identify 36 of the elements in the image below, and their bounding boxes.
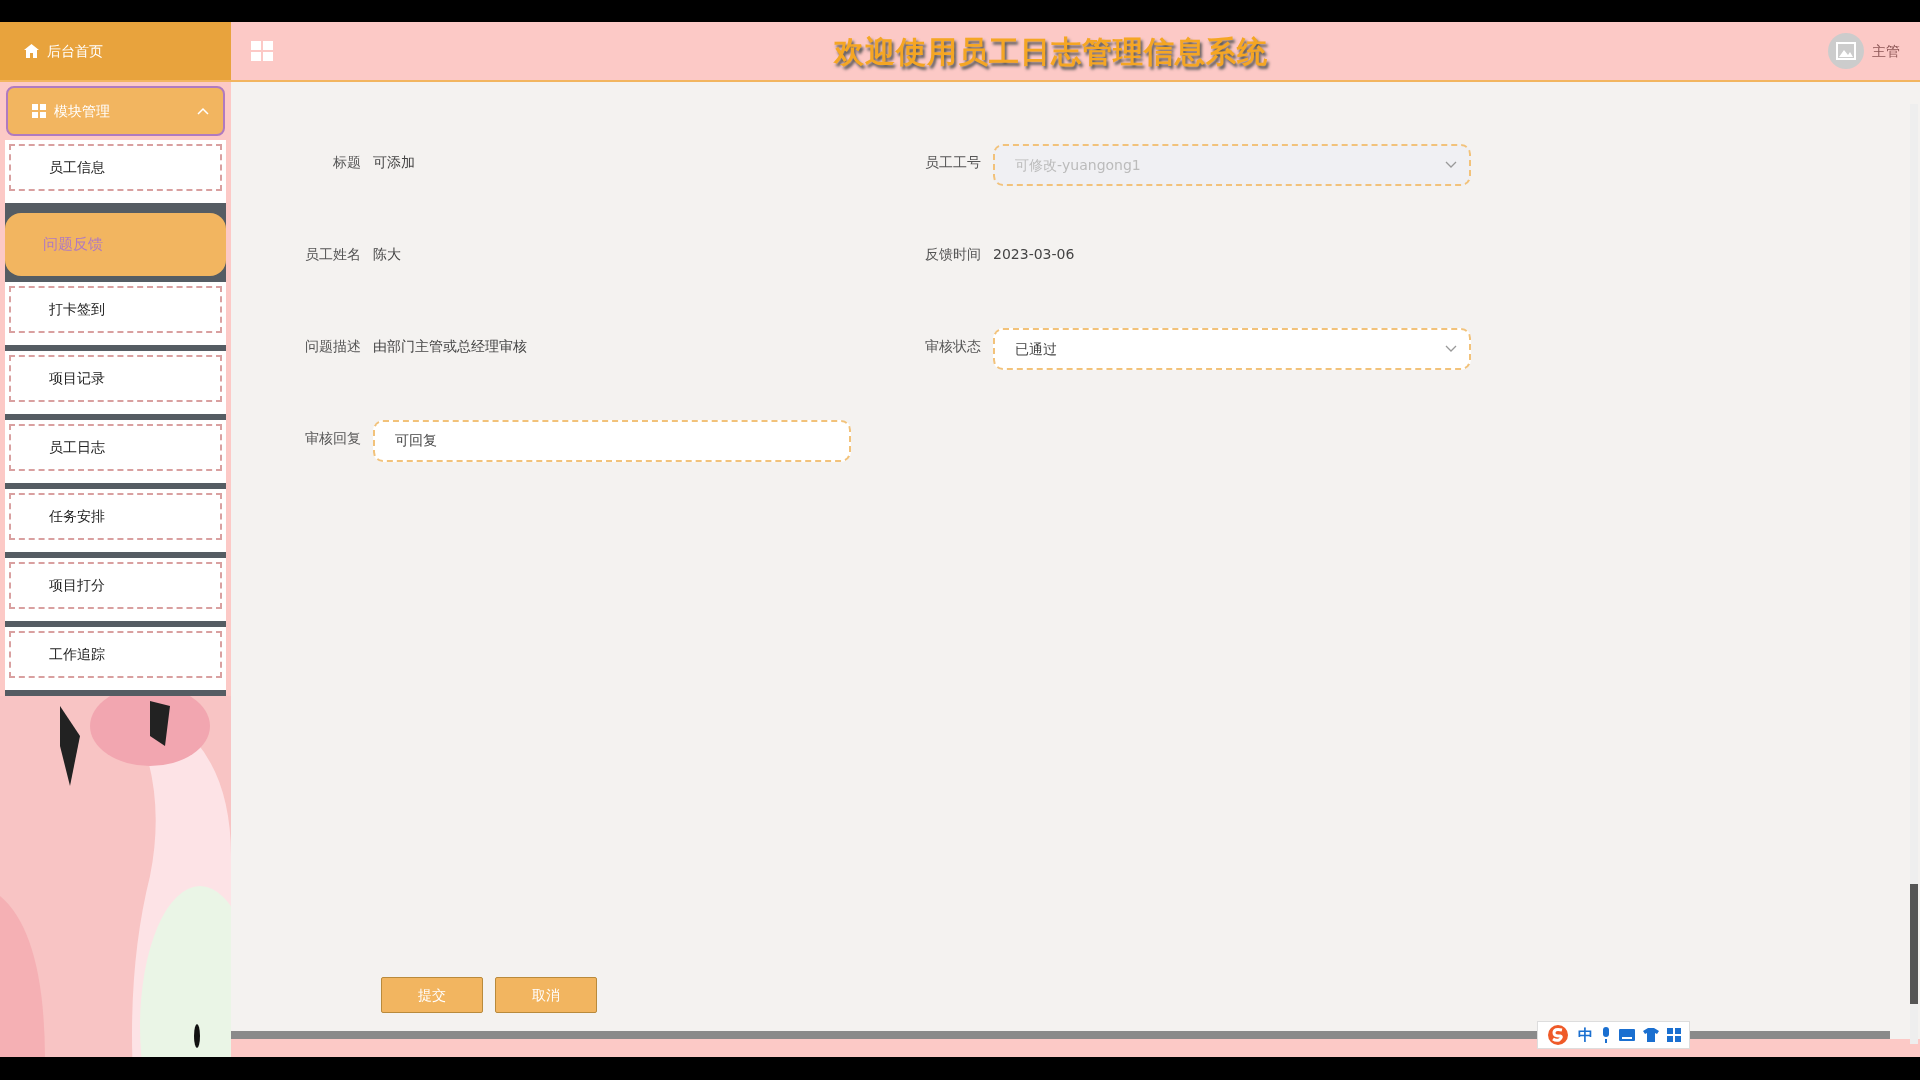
select-field[interactable]: 已通过: [993, 328, 1471, 370]
menu-item[interactable]: 员工信息: [9, 144, 222, 191]
image-icon: [1836, 42, 1856, 60]
grid-icon: [1667, 1027, 1681, 1042]
menu-item[interactable]: 项目记录: [9, 354, 222, 402]
home-icon: [24, 44, 39, 58]
input-field[interactable]: 可回复: [373, 420, 851, 462]
system-title: 欢迎使用员工日志管理信息系统: [832, 32, 1269, 71]
field-label: 问题描述: [304, 337, 361, 356]
vertical-scrollbar[interactable]: [1910, 104, 1918, 1044]
ime-toolbar[interactable]: 中: [1537, 1020, 1690, 1049]
user-name[interactable]: 主管: [1872, 40, 1900, 62]
menu-item[interactable]: 员工日志: [9, 423, 222, 471]
caret-icon: [1445, 161, 1457, 169]
caret-icon: [1445, 345, 1457, 353]
caret-icon: [197, 106, 209, 116]
mic-icon: [1601, 1026, 1611, 1043]
field-label: 员工工号: [924, 153, 981, 172]
grid-icon: [32, 104, 46, 118]
shirt-icon: [1643, 1027, 1659, 1042]
field-label: 员工姓名: [304, 245, 361, 264]
field-value: 2023-03-06: [993, 245, 1075, 264]
field-label: 标题: [332, 153, 361, 172]
field-value: 由部门主管或总经理审核: [373, 337, 527, 356]
keyboard-icon: [1619, 1028, 1635, 1041]
menu-item[interactable]: 项目打分: [9, 561, 222, 609]
menu-item[interactable]: 工作追踪: [9, 630, 222, 678]
menu-item[interactable]: 任务安排: [9, 492, 222, 540]
field-label: 审核状态: [924, 337, 981, 356]
field-value: 陈大: [373, 245, 401, 264]
ime-mode: 中: [1578, 1024, 1593, 1046]
ime-logo-icon: [1546, 1023, 1570, 1046]
field-label: 反馈时间: [924, 245, 981, 264]
field-label: 审核回复: [304, 429, 361, 448]
field-value: 可添加: [373, 153, 415, 172]
menu-item[interactable]: 打卡签到: [9, 285, 222, 333]
